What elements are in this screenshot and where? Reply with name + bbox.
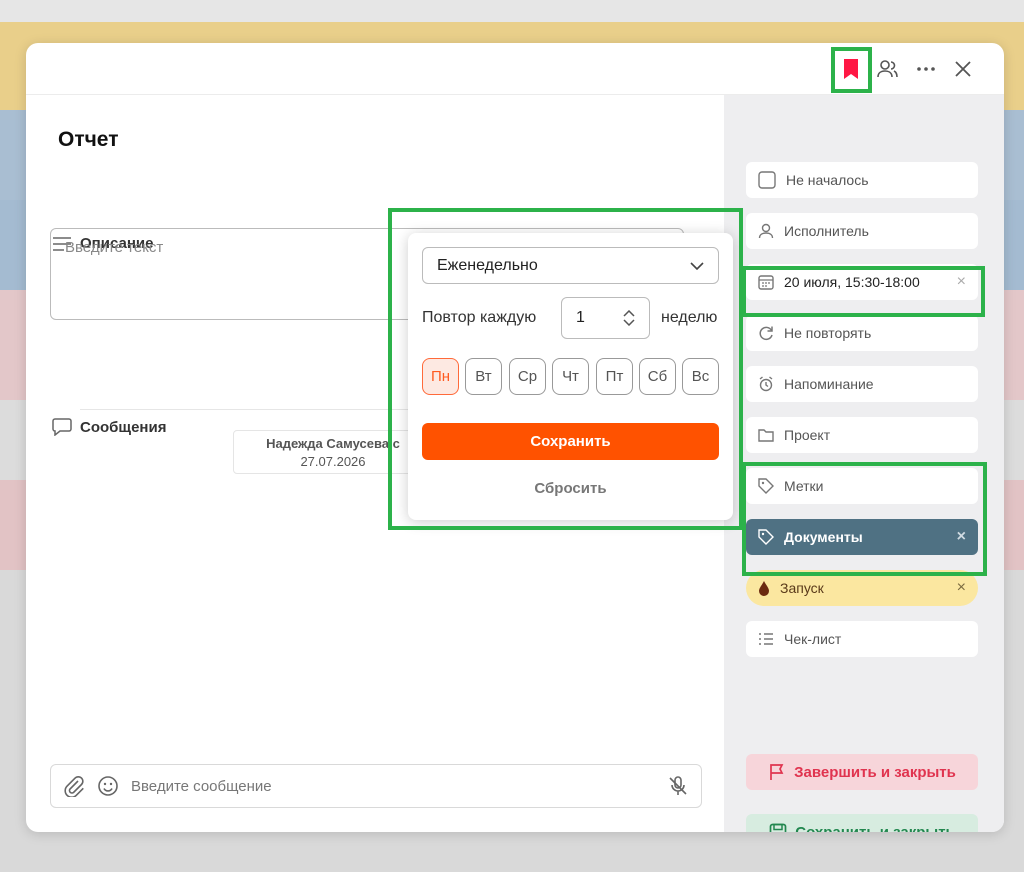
remove-tag-icon[interactable]: × <box>957 528 966 546</box>
participants-button[interactable] <box>874 55 902 83</box>
tag-documents-label: Документы <box>784 529 863 545</box>
project-label: Проект <box>784 427 831 443</box>
checkbox-icon <box>758 171 776 189</box>
more-icon <box>917 67 935 71</box>
project-item[interactable]: Проект <box>746 417 978 453</box>
status-item[interactable]: Не началось <box>746 162 978 198</box>
tag-icon <box>758 478 774 494</box>
bookmark-button[interactable] <box>837 55 865 83</box>
reset-button[interactable]: Сбросить <box>422 473 719 503</box>
bookmark-icon <box>844 59 858 79</box>
checklist-item[interactable]: Чек-лист <box>746 621 978 657</box>
save-close-button[interactable]: Сохранить и закрыть <box>746 814 978 832</box>
repeat-popup: Еженедельно Повтор каждую 1 неделю Пн Вт… <box>408 233 733 520</box>
close-icon <box>955 61 971 77</box>
repeat-every-label: Повтор каждую <box>422 309 537 326</box>
save-button[interactable]: Сохранить <box>422 423 719 460</box>
user-icon <box>758 223 774 239</box>
date-item[interactable]: 20 июля, 15:30-18:00 × <box>746 264 978 300</box>
message-input[interactable] <box>131 777 655 795</box>
background-stripe <box>0 0 1024 22</box>
drop-icon <box>759 581 769 596</box>
checklist-icon <box>759 633 773 645</box>
description-placeholder: Введите текст <box>65 239 164 256</box>
finish-close-button[interactable]: Завершить и закрыть <box>746 754 978 790</box>
tag-icon <box>758 529 774 545</box>
finish-close-label: Завершить и закрыть <box>794 763 956 781</box>
folder-icon <box>758 429 774 442</box>
alarm-icon <box>759 376 773 392</box>
repeat-item[interactable]: Не повторять <box>746 315 978 351</box>
day-sun[interactable]: Вс <box>682 358 719 395</box>
day-mon[interactable]: Пн <box>422 358 459 395</box>
save-close-label: Сохранить и закрыть <box>795 823 955 833</box>
save-icon <box>769 823 787 832</box>
interval-stepper[interactable]: 1 <box>561 297 650 339</box>
stepper-arrows[interactable] <box>623 310 635 326</box>
emoji-icon[interactable] <box>97 775 119 797</box>
status-label: Не началось <box>786 172 869 188</box>
tag-documents[interactable]: Документы × <box>746 519 978 555</box>
frequency-select[interactable]: Еженедельно <box>422 247 719 284</box>
reminder-item[interactable]: Напоминание <box>746 366 978 402</box>
reminder-label: Напоминание <box>784 376 874 392</box>
day-sat[interactable]: Сб <box>639 358 676 395</box>
more-button[interactable] <box>912 55 940 83</box>
message-author: Надежда Самусева с <box>266 436 400 451</box>
tags-label: Метки <box>784 478 824 494</box>
remove-tag-icon[interactable]: × <box>957 579 966 597</box>
messages-label: Сообщения <box>80 418 167 436</box>
assignee-label: Исполнитель <box>784 223 869 239</box>
checklist-label: Чек-лист <box>784 631 842 647</box>
repeat-icon <box>759 326 773 341</box>
calendar-icon <box>758 275 774 290</box>
assignee-item[interactable]: Исполнитель <box>746 213 978 249</box>
date-label: 20 июля, 15:30-18:00 <box>784 274 920 290</box>
mic-off-icon[interactable] <box>667 775 689 797</box>
users-icon <box>877 60 898 78</box>
interval-unit: неделю <box>661 309 718 326</box>
clear-date-icon[interactable]: × <box>957 273 966 291</box>
day-tue[interactable]: Вт <box>465 358 502 395</box>
messages-heading: Сообщения <box>52 418 166 436</box>
tags-item[interactable]: Метки <box>746 468 978 504</box>
day-wed[interactable]: Ср <box>509 358 546 395</box>
frequency-value: Еженедельно <box>437 256 538 274</box>
task-sidebar: Не началось Исполнитель 20 июля, 15:30-1… <box>724 95 1004 832</box>
message-composer <box>50 764 702 808</box>
paperclip-icon[interactable] <box>63 775 85 797</box>
tag-launch-label: Запуск <box>780 580 824 596</box>
chevron-down-icon[interactable] <box>623 319 635 326</box>
task-title[interactable]: Отчет <box>58 128 119 152</box>
chat-icon <box>52 418 72 436</box>
close-button[interactable] <box>949 55 977 83</box>
day-thu[interactable]: Чт <box>552 358 589 395</box>
repeat-label: Не повторять <box>784 325 872 341</box>
flag-icon <box>770 764 784 780</box>
tag-launch[interactable]: Запуск × <box>746 570 978 606</box>
chevron-down-icon <box>690 261 704 270</box>
interval-value: 1 <box>576 309 585 326</box>
chevron-up-icon[interactable] <box>623 310 635 317</box>
message-card: Надежда Самусева с 27.07.2026 <box>233 430 433 474</box>
modal-header <box>26 43 1004 95</box>
day-fri[interactable]: Пт <box>596 358 633 395</box>
message-date: 27.07.2026 <box>300 454 366 469</box>
